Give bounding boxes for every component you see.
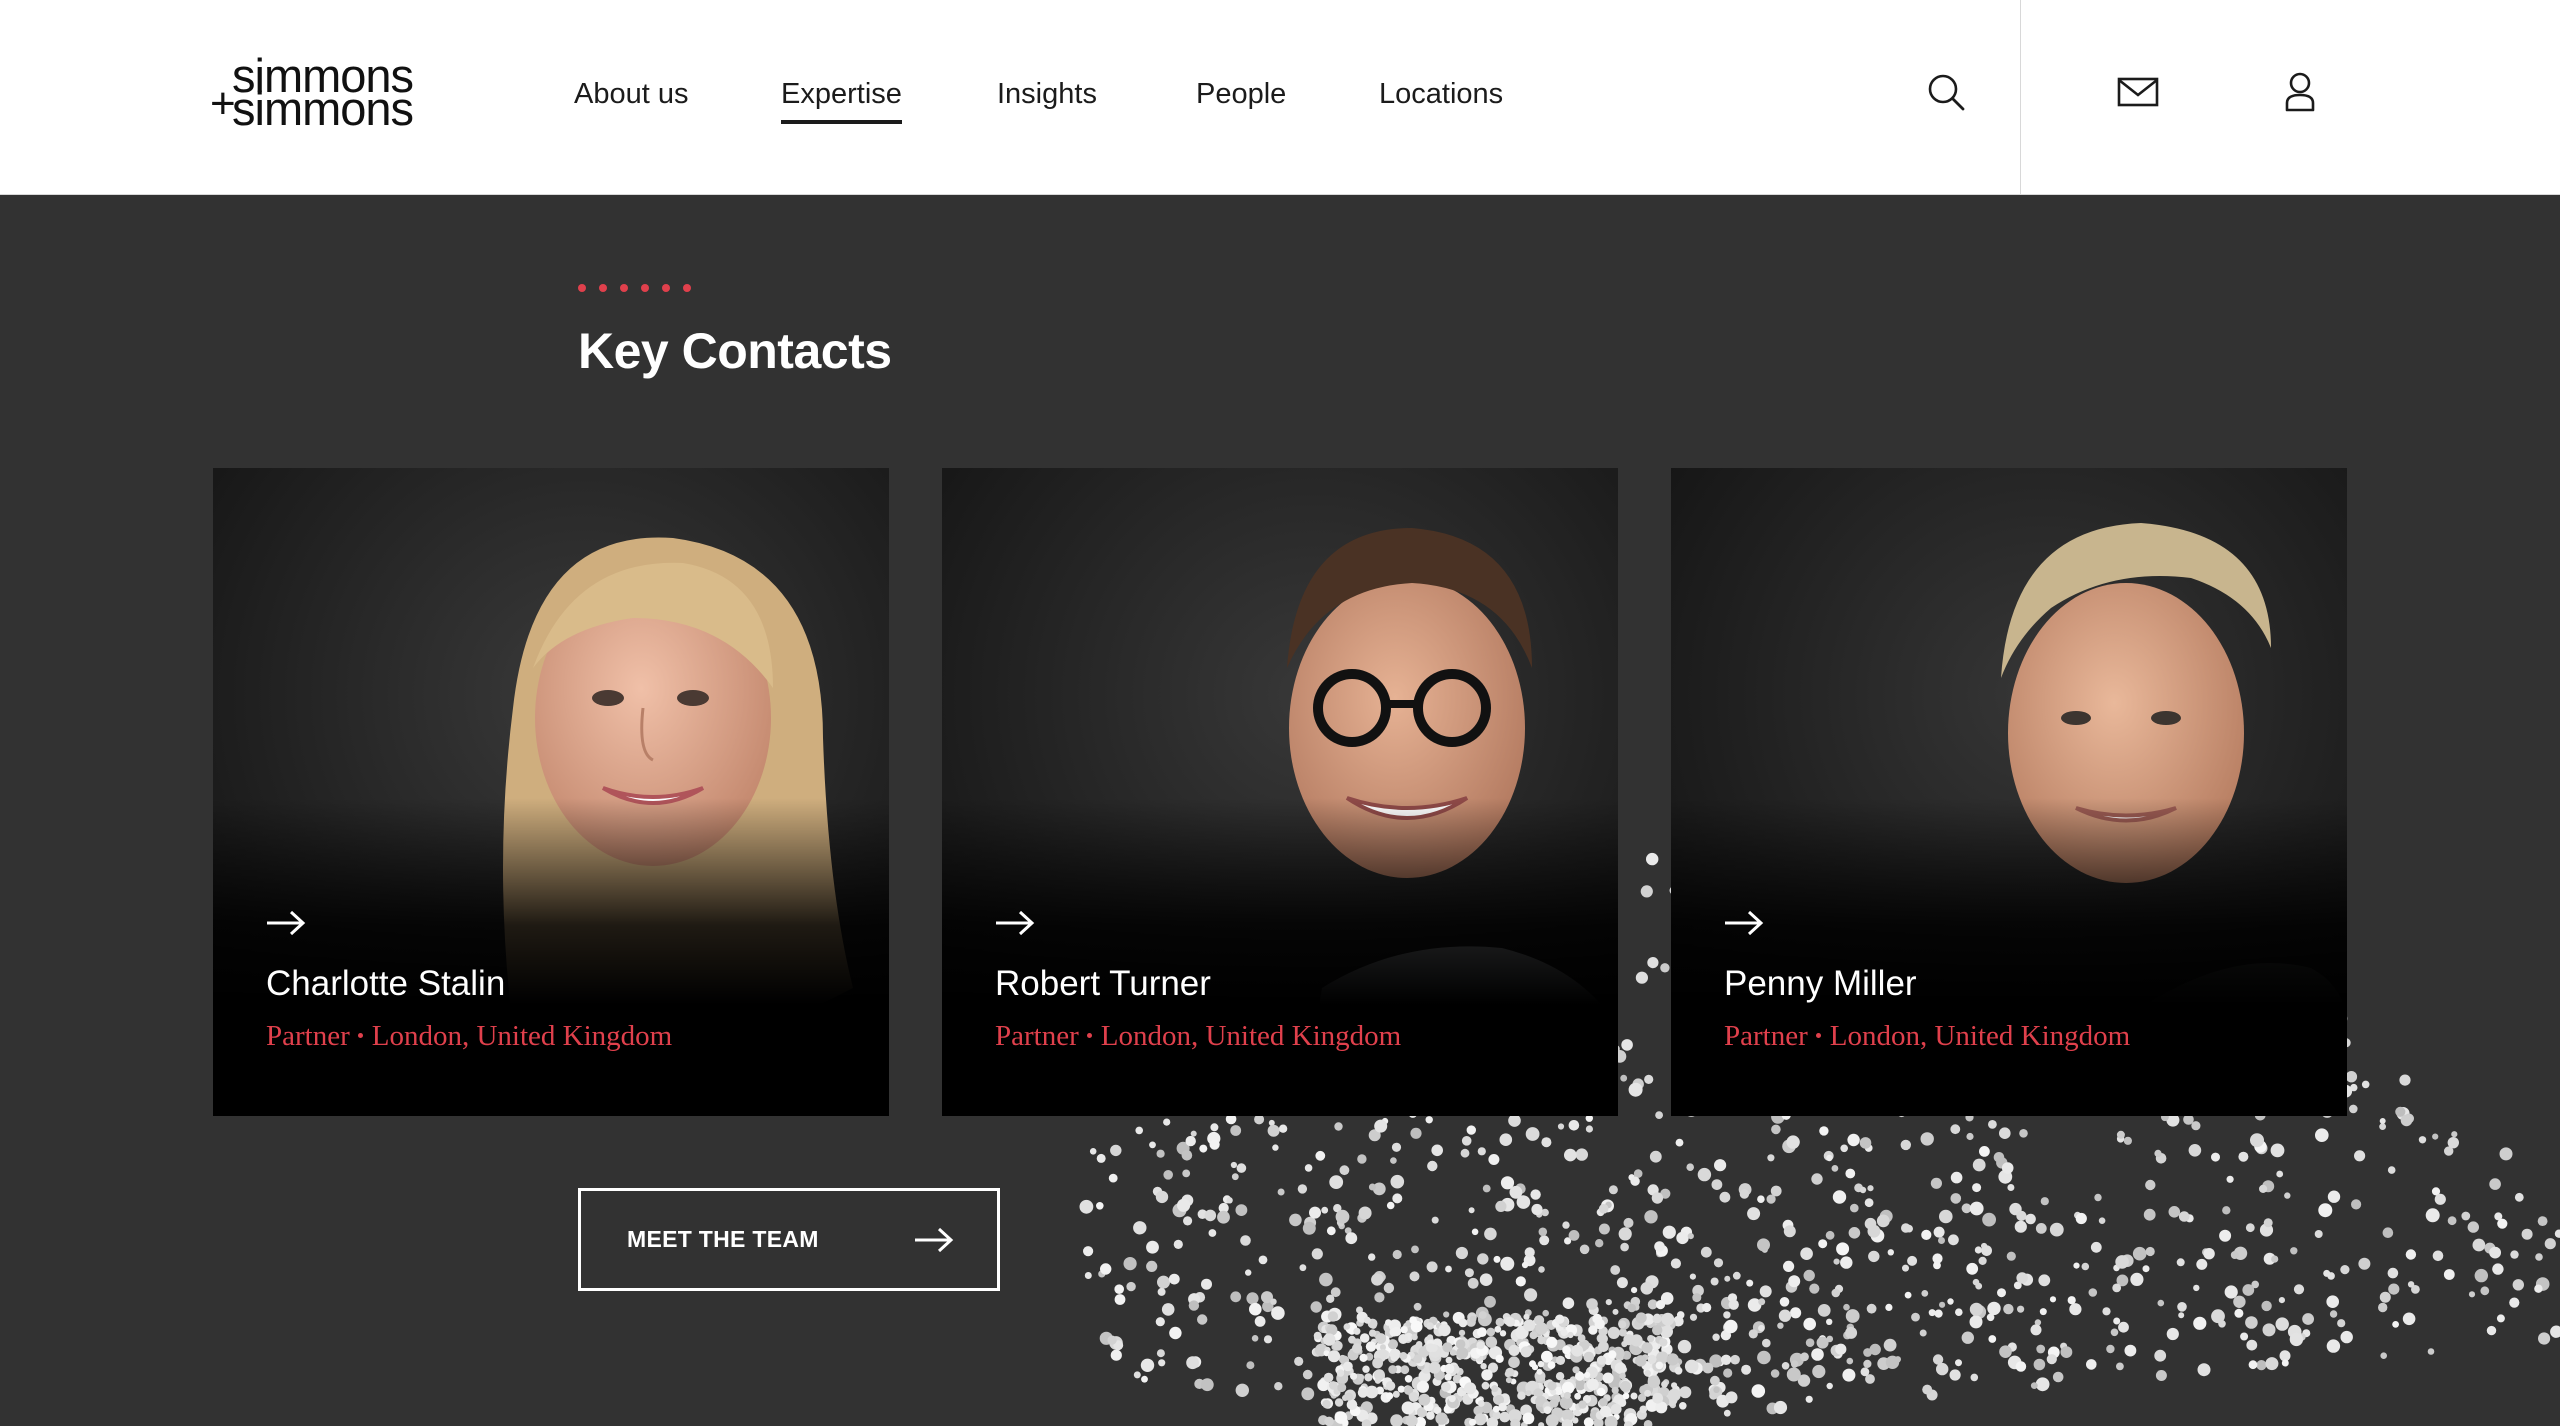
header-divider: [2020, 0, 2021, 195]
contact-name: Robert Turner: [995, 964, 1211, 1003]
card-gradient: [1671, 798, 2347, 1116]
contact-card[interactable]: Robert Turner Partner London, United King…: [942, 468, 1618, 1116]
contact-meta: Partner London, United Kingdom: [1724, 1020, 2130, 1053]
card-gradient: [942, 798, 1618, 1116]
logo-plus: +: [210, 79, 236, 128]
contact-meta: Partner London, United Kingdom: [995, 1020, 1401, 1053]
nav-item-about-us[interactable]: About us: [574, 76, 688, 112]
nav-item-people[interactable]: People: [1196, 76, 1286, 112]
contact-card[interactable]: Penny Miller Partner London, United Kingd…: [1671, 468, 2347, 1116]
nav-item-expertise[interactable]: Expertise: [781, 76, 902, 124]
contact-location: London, United Kingdom: [1829, 1020, 2131, 1052]
contact-role: Partner: [1724, 1020, 1808, 1052]
card-gradient: [213, 798, 889, 1116]
contact-location: London, United Kingdom: [371, 1020, 673, 1052]
search-icon[interactable]: [1924, 70, 1968, 114]
nav-item-locations[interactable]: Locations: [1379, 76, 1503, 112]
user-icon[interactable]: [2278, 70, 2322, 114]
contact-location: London, United Kingdom: [1100, 1020, 1402, 1052]
section-dots-decoration: [578, 284, 691, 292]
mail-icon[interactable]: [2116, 70, 2160, 114]
arrow-right-icon: [265, 908, 307, 938]
meet-the-team-label: MEET THE TEAM: [627, 1226, 819, 1252]
nav-item-insights[interactable]: Insights: [997, 76, 1097, 112]
meet-the-team-button[interactable]: MEET THE TEAM: [578, 1188, 1000, 1291]
logo-line-2: simmons: [232, 82, 414, 135]
arrow-right-icon: [1723, 908, 1765, 938]
contact-meta: Partner London, United Kingdom: [266, 1020, 672, 1053]
arrow-right-icon: [913, 1225, 955, 1255]
contact-name: Charlotte Stalin: [266, 964, 506, 1003]
contact-name: Penny Miller: [1724, 964, 1917, 1003]
contact-role: Partner: [266, 1020, 350, 1052]
site-header: simmons + simmons About us Expertise Ins…: [0, 0, 2560, 195]
contact-card[interactable]: Charlotte Stalin Partner London, United K…: [213, 468, 889, 1116]
simmons-logo[interactable]: simmons + simmons: [210, 52, 450, 135]
section-title: Key Contacts: [578, 323, 892, 379]
arrow-right-icon: [994, 908, 1036, 938]
contact-role: Partner: [995, 1020, 1079, 1052]
key-contacts-section: Key Contacts Charlotte Stalin Partner Lo…: [0, 196, 2560, 1426]
